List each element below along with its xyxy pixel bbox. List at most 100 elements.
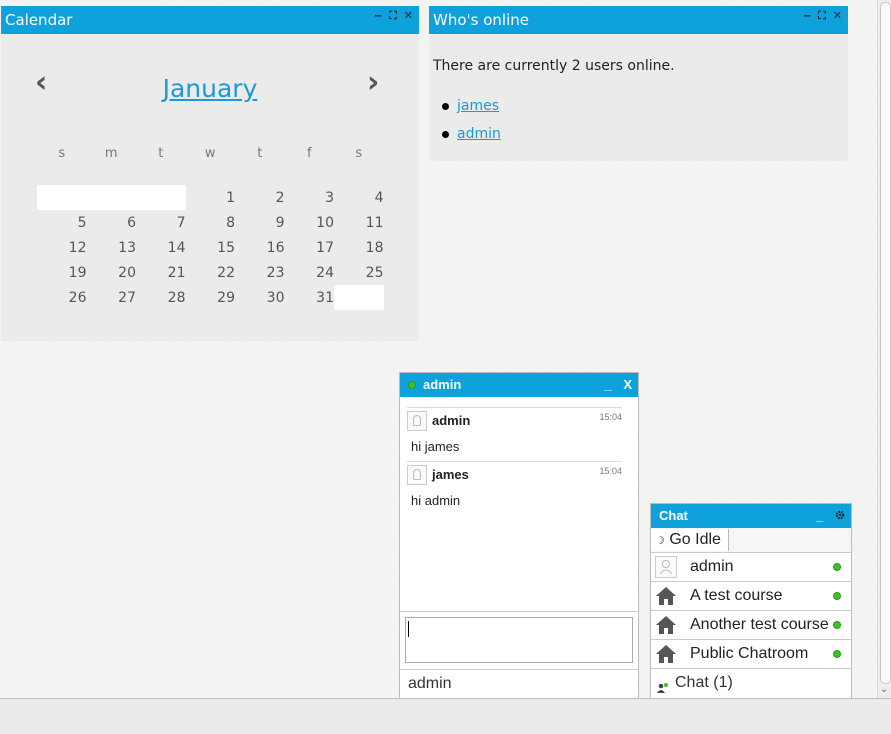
calendar-day[interactable]: 1 [186, 190, 235, 206]
user-link-james[interactable]: james [457, 98, 499, 114]
minimize-button[interactable]: _ [604, 377, 611, 392]
user-avatar-icon [407, 465, 427, 485]
gear-icon[interactable] [835, 508, 845, 523]
weekday-label: m [104, 145, 118, 161]
online-status-icon [833, 563, 841, 571]
calendar-block: Calendar ‒ ⛶ ✕ ‹ › January s m t w t f s… [1, 6, 419, 341]
divider [400, 611, 638, 612]
calendar-day[interactable]: 11 [334, 215, 384, 231]
close-button[interactable]: X [623, 377, 632, 392]
roster-item-another-test-course[interactable]: Another test course [651, 611, 851, 640]
text-caret [408, 621, 409, 637]
minimize-icon[interactable]: ‒ [803, 6, 811, 26]
chat-roster-header[interactable]: Chat _ [651, 504, 851, 528]
calendar-day[interactable]: 26 [37, 290, 87, 306]
calendar-day[interactable]: 19 [37, 265, 87, 281]
go-idle-label: Go Idle [669, 531, 721, 548]
list-item: james [441, 96, 501, 124]
go-idle-button[interactable]: ☽ Go Idle [651, 529, 729, 551]
calendar-day[interactable]: 9 [235, 215, 285, 231]
moon-icon: ☽ [655, 535, 665, 547]
weekday-label: s [355, 145, 363, 161]
minimize-icon[interactable]: ‒ [374, 6, 382, 26]
online-status-icon [833, 592, 841, 600]
user-link-admin[interactable]: admin [457, 126, 501, 142]
calendar-day[interactable]: 7 [136, 215, 186, 231]
calendar-empty-cell [37, 185, 87, 210]
calendar-day[interactable]: 12 [37, 240, 87, 256]
calendar-day[interactable]: 16 [235, 240, 285, 256]
online-summary: There are currently 2 users online. [433, 58, 675, 74]
calendar-day[interactable]: 24 [285, 265, 334, 281]
calendar-week-row: 12 13 14 15 16 17 18 [37, 235, 384, 260]
calendar-day[interactable]: 8 [186, 215, 235, 231]
weekday-label: w [204, 145, 216, 161]
calendar-day[interactable]: 29 [186, 290, 235, 306]
whos-online-title: Who's online [433, 11, 529, 29]
whos-online-controls: ‒ ⛶ ✕ [803, 6, 842, 26]
calendar-day[interactable]: 4 [334, 190, 384, 206]
minimize-button[interactable]: _ [816, 508, 823, 523]
calendar-week-row: 26 27 28 29 30 31 [37, 285, 384, 310]
calendar-day[interactable]: 10 [285, 215, 334, 231]
roster-item-admin[interactable]: admin [651, 553, 851, 582]
roster-item-public-chatroom[interactable]: Public Chatroom [651, 640, 851, 669]
calendar-day[interactable]: 6 [87, 215, 136, 231]
calendar-grid: s m t w t f s 1 2 3 4 5 6 7 8 9 10 11 12 13 14 15 16 17 1… [37, 146, 384, 310]
page-scrollbar[interactable]: ⌄ [877, 0, 891, 698]
close-icon[interactable]: ✕ [404, 6, 413, 26]
calendar-day[interactable]: 22 [186, 265, 235, 281]
calendar-day[interactable]: 5 [37, 215, 87, 231]
chat-conversation-window: admin _ X admin 15:04 hi james james 15:… [399, 372, 639, 702]
calendar-empty-cell [334, 285, 384, 310]
calendar-month-link[interactable]: January [1, 74, 419, 103]
chat-roster-controls: _ [808, 504, 845, 528]
calendar-day[interactable]: 28 [136, 290, 186, 306]
calendar-day[interactable]: 30 [235, 290, 285, 306]
weekday-label: t [257, 145, 263, 161]
calendar-day[interactable]: 21 [136, 265, 186, 281]
roster-item-label: admin [690, 558, 734, 575]
calendar-day[interactable]: 14 [136, 240, 186, 256]
chat-window-header[interactable]: admin _ X [400, 373, 638, 397]
maximize-icon[interactable]: ⛶ [389, 6, 397, 26]
online-status-icon [833, 621, 841, 629]
calendar-controls: ‒ ⛶ ✕ [374, 6, 413, 26]
roster-item-label: Another test course [690, 616, 829, 633]
message-author: admin [432, 413, 471, 428]
calendar-day[interactable]: 25 [334, 265, 384, 281]
calendar-day[interactable]: 13 [87, 240, 136, 256]
close-icon[interactable]: ✕ [833, 6, 842, 26]
weekday-header-row: s m t w t f s [37, 145, 384, 161]
calendar-day[interactable]: 15 [186, 240, 235, 256]
scroll-down-icon[interactable]: ⌄ [880, 684, 888, 695]
list-item: admin [441, 124, 501, 152]
home-icon [655, 585, 677, 607]
calendar-day[interactable]: 2 [235, 190, 285, 206]
weekday-label: t [158, 145, 164, 161]
online-status-icon [408, 381, 416, 389]
roster-item-a-test-course[interactable]: A test course [651, 582, 851, 611]
calendar-day[interactable]: 18 [334, 240, 384, 256]
idle-row: ☽ Go Idle [651, 528, 851, 553]
calendar-day[interactable]: 27 [87, 290, 136, 306]
chat-message-input[interactable] [405, 617, 633, 663]
calendar-day[interactable]: 23 [235, 265, 285, 281]
scrollbar-thumb[interactable] [880, 2, 891, 684]
calendar-day[interactable]: 3 [285, 190, 334, 206]
maximize-icon[interactable]: ⛶ [818, 6, 826, 26]
calendar-day[interactable]: 17 [285, 240, 334, 256]
chat-roster: Chat _ ☽ Go Idle admin A test course Ano… [650, 503, 852, 703]
chat-window-controls: _ X [596, 373, 632, 397]
message-text: hi james [411, 439, 460, 454]
calendar-day[interactable]: 20 [87, 265, 136, 281]
user-avatar-icon [407, 411, 427, 431]
message-time: 15:04 [599, 466, 622, 476]
online-users-list: james admin [441, 96, 501, 152]
home-icon [655, 643, 677, 665]
bottom-bar [0, 698, 891, 734]
calendar-empty-cell [136, 185, 186, 210]
chat-roster-footer[interactable]: Chat (1) [651, 669, 851, 697]
calendar-week-row: 19 20 21 22 23 24 25 [37, 260, 384, 285]
calendar-day[interactable]: 31 [285, 290, 334, 306]
